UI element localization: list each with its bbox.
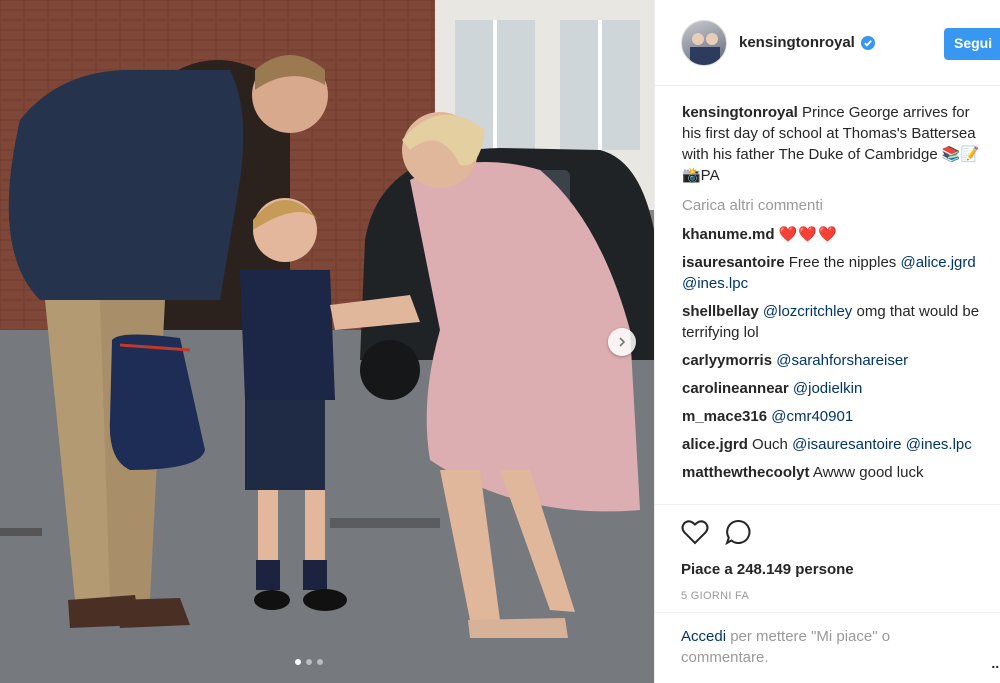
- post-photo: [0, 0, 654, 683]
- comment-username[interactable]: alice.jgrd: [682, 436, 748, 453]
- carousel-next-button[interactable]: [608, 328, 636, 356]
- comment-item: matthewthecoolyt Awww good luck: [682, 462, 980, 483]
- heart-icon[interactable]: [681, 519, 709, 545]
- more-options-button[interactable]: ...: [991, 653, 1000, 674]
- comment-username[interactable]: carolineannear: [682, 380, 789, 397]
- author-username[interactable]: kensingtonroyal: [739, 34, 855, 51]
- comment-item: carolineannear @jodielkin: [682, 378, 980, 399]
- comment-username[interactable]: carlyymorris: [682, 352, 772, 369]
- post-side-panel: kensingtonroyal Segui kensingtonroyal Pr…: [654, 0, 1000, 683]
- follow-button[interactable]: Segui: [944, 28, 1000, 60]
- carousel-dot: [317, 659, 323, 665]
- action-icons: [681, 517, 1000, 547]
- post-actions: Piace a 248.149 persone 5 GIORNI FA: [655, 504, 1000, 602]
- comment-bubble-icon[interactable]: [725, 519, 753, 545]
- comment-item: shellbellay @lozcritchley omg that would…: [682, 301, 980, 343]
- comment-username[interactable]: shellbellay: [682, 303, 759, 320]
- login-link[interactable]: Accedi: [681, 628, 726, 645]
- post-author[interactable]: kensingtonroyal: [739, 34, 875, 51]
- comment-item: carlyymorris @sarahforshareiser: [682, 350, 980, 371]
- comments-list: kensingtonroyal Prince George arrives fo…: [655, 86, 1000, 506]
- post-caption: kensingtonroyal Prince George arrives fo…: [682, 102, 980, 186]
- comment-mention[interactable]: @cmr40901: [771, 408, 853, 425]
- caption-username[interactable]: kensingtonroyal: [682, 104, 798, 121]
- comment-username[interactable]: khanume.md: [682, 226, 775, 243]
- comment-text: Awww good luck: [812, 464, 924, 481]
- avatar-image: [690, 32, 720, 65]
- load-more-comments-link[interactable]: Carica altri commenti: [682, 195, 980, 216]
- photo-scene: [0, 0, 654, 683]
- comment-mention[interactable]: @isauresantoire: [792, 436, 901, 453]
- comment-username[interactable]: m_mace316: [682, 408, 767, 425]
- carousel-dot: [306, 659, 312, 665]
- comment-mention[interactable]: @ines.lpc: [906, 436, 972, 453]
- carousel-dot: [295, 659, 301, 665]
- avatar[interactable]: [681, 19, 727, 66]
- comment-text: ❤️❤️❤️: [778, 226, 838, 243]
- comment-mention[interactable]: @lozcritchley: [763, 303, 852, 320]
- comment-text: Ouch: [752, 436, 788, 453]
- post-header: kensingtonroyal Segui: [655, 0, 1000, 86]
- chevron-right-icon: [619, 337, 626, 347]
- comment-item: khanume.md ❤️❤️❤️: [682, 224, 980, 245]
- comment-username[interactable]: isauresantoire: [682, 254, 785, 271]
- comment-item: alice.jgrd Ouch @isauresantoire @ines.lp…: [682, 434, 980, 455]
- comment-item: isauresantoire Free the nipples @alice.j…: [682, 252, 980, 294]
- verified-badge-icon: [860, 35, 875, 50]
- comment-mention[interactable]: @sarahforshareiser: [776, 352, 908, 369]
- comment-mention[interactable]: @jodielkin: [793, 380, 862, 397]
- carousel-indicator: [295, 659, 323, 665]
- comment-text: Free the nipples: [788, 254, 897, 271]
- comment-item: m_mace316 @cmr40901: [682, 406, 980, 427]
- comment-username[interactable]: matthewthecoolyt: [682, 464, 810, 481]
- login-prompt: Accedi per mettere "Mi piace" o commenta…: [655, 612, 1000, 671]
- likes-count[interactable]: Piace a 248.149 persone: [681, 561, 1000, 578]
- post-timestamp: 5 GIORNI FA: [681, 590, 750, 602]
